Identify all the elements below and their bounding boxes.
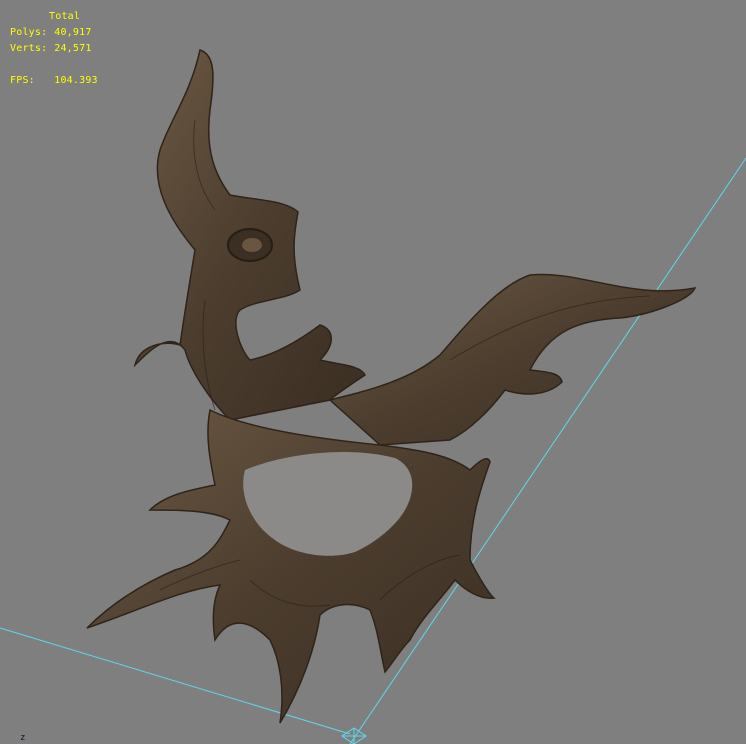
stats-polys-row: Polys: 40,917 <box>10 25 98 41</box>
stats-title: Total <box>49 11 81 22</box>
viewport-statistics: Total Polys: 40,917 Verts: 24,571 FPS: 1… <box>10 9 98 89</box>
stats-fps-row: FPS: 104.393 <box>10 73 98 89</box>
polys-value: 40,917 <box>54 27 92 38</box>
axis-label-z: z <box>20 733 26 743</box>
verts-label: Verts: <box>10 43 48 54</box>
fps-label: FPS: <box>10 75 35 86</box>
tree-root-model[interactable] <box>86 49 697 724</box>
verts-value: 24,571 <box>54 43 92 54</box>
stats-verts-row: Verts: 24,571 <box>10 41 98 57</box>
scene-canvas[interactable] <box>0 0 746 744</box>
polys-label: Polys: <box>10 27 48 38</box>
fps-value: 104.393 <box>54 75 98 86</box>
perspective-gizmo-icon[interactable] <box>341 727 367 744</box>
3d-viewport[interactable]: Total Polys: 40,917 Verts: 24,571 FPS: 1… <box>0 0 746 744</box>
stats-spacer <box>10 57 98 73</box>
